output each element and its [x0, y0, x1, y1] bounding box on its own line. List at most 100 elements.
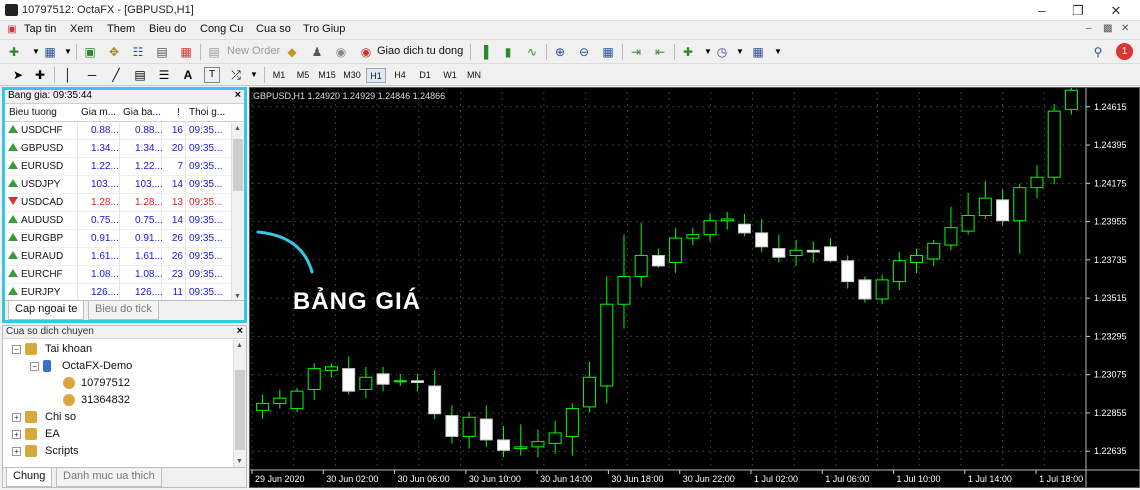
timeframe-h1[interactable]: H1 [366, 68, 386, 83]
templates-icon[interactable]: ▦ [750, 44, 766, 60]
new-chart-icon[interactable]: ✚ [6, 44, 22, 60]
terminal-icon[interactable]: ▤ [154, 44, 170, 60]
trade-icon[interactable]: ◆ [284, 44, 300, 60]
globe-icon[interactable]: ◉ [333, 44, 349, 60]
tree-scripts[interactable]: Scripts [45, 445, 79, 457]
arrows-icon[interactable]: ⤮ [228, 67, 244, 83]
vertical-line-icon[interactable]: │ [60, 67, 76, 83]
table-row[interactable]: EURCHF 1.08... 1.08... 23 09:35... [5, 266, 232, 284]
column-time[interactable]: Thoi g... [189, 107, 225, 118]
scrollbar[interactable]: ▲ ▼ [233, 340, 246, 467]
new-order-button[interactable]: New Order [227, 45, 280, 57]
timeframe-d1[interactable]: D1 [415, 68, 435, 83]
menu-charts[interactable]: Bieu do [149, 23, 186, 35]
scrollbar[interactable]: ▲ ▼ [231, 123, 244, 302]
strategy-tester-icon[interactable]: ▦ [178, 44, 194, 60]
tree-server[interactable]: OctaFX-Demo [62, 360, 132, 372]
tree-experts[interactable]: EA [45, 428, 60, 440]
tree-account-1[interactable]: 10797512 [81, 377, 130, 389]
restore-icon[interactable]: ❐ [1060, 0, 1096, 21]
scroll-down-icon[interactable]: ▼ [236, 458, 243, 465]
autoscroll-icon[interactable]: ⇥ [628, 44, 644, 60]
timeframe-mn[interactable]: MN [463, 68, 485, 83]
scroll-up-icon[interactable]: ▲ [234, 125, 241, 132]
notifications-badge[interactable]: 1 [1116, 43, 1133, 60]
scrollbar-thumb[interactable] [235, 370, 245, 450]
table-row[interactable]: USDCHF 0.88... 0.88... 16 09:35... [5, 122, 232, 140]
menu-insert[interactable]: Them [107, 23, 135, 35]
dropdown-icon[interactable]: ▼ [732, 44, 748, 60]
table-row[interactable]: EURUSD 1.22... 1.22... 7 09:35... [5, 158, 232, 176]
expand-icon[interactable]: + [12, 413, 21, 422]
text-icon[interactable]: A [180, 67, 196, 83]
expand-icon[interactable]: + [12, 447, 21, 456]
scrollbar-thumb[interactable] [233, 139, 243, 191]
new-order-icon[interactable]: ▤ [206, 44, 222, 60]
candlestick-icon[interactable]: ▮ [500, 44, 516, 60]
minimize-icon[interactable]: – [1024, 0, 1060, 21]
tree-account-2[interactable]: 31364832 [81, 394, 130, 406]
table-row[interactable]: EURGBP 0.91... 0.91... 26 09:35... [5, 230, 232, 248]
tree-indicators[interactable]: Chi so [45, 411, 76, 423]
zoom-out-icon[interactable]: ⊖ [576, 44, 592, 60]
timeframe-w1[interactable]: W1 [440, 68, 460, 83]
auto-trading-button[interactable]: Giao dich tu dong [377, 45, 463, 57]
table-row[interactable]: USDCAD 1.28... 1.28... 13 09:35... [5, 194, 232, 212]
collapse-icon[interactable]: − [30, 362, 39, 371]
timeframe-m15[interactable]: M15 [316, 68, 338, 83]
cursor-icon[interactable]: ➤ [10, 67, 26, 83]
periods-icon[interactable]: ◷ [714, 44, 730, 60]
dropdown-icon[interactable]: ▼ [246, 67, 262, 83]
column-ask[interactable]: Gia ba... [123, 107, 161, 118]
dropdown-icon[interactable]: ▼ [770, 44, 786, 60]
scroll-up-icon[interactable]: ▲ [236, 342, 243, 349]
menu-window[interactable]: Cua so [256, 23, 291, 35]
bar-chart-icon[interactable]: ▐ [476, 44, 492, 60]
horizontal-line-icon[interactable]: ─ [84, 67, 100, 83]
mdi-close-icon[interactable]: ✕ [1121, 23, 1129, 34]
indicators-icon[interactable]: ✚ [680, 44, 696, 60]
mdi-restore-icon[interactable]: ▩ [1103, 23, 1112, 34]
search-icon[interactable]: ⚲ [1090, 44, 1106, 60]
tab-tick-chart[interactable]: Bieu do tick [88, 301, 159, 320]
market-watch-icon[interactable]: ▣ [82, 44, 98, 60]
menu-tools[interactable]: Cong Cu [200, 23, 243, 35]
column-bid[interactable]: Gia m... [81, 107, 116, 118]
scroll-down-icon[interactable]: ▼ [234, 293, 241, 300]
dropdown-icon[interactable]: ▼ [60, 44, 76, 60]
trendline-icon[interactable]: ╱ [108, 67, 124, 83]
crosshair-icon[interactable]: ✚ [32, 67, 48, 83]
timeframe-m1[interactable]: M1 [269, 68, 289, 83]
menu-help[interactable]: Tro Giup [303, 23, 345, 35]
column-symbol[interactable]: Bieu tuong [9, 107, 57, 118]
close-icon[interactable]: × [237, 325, 243, 337]
timeframe-m30[interactable]: M30 [341, 68, 363, 83]
close-icon[interactable]: ✕ [1098, 0, 1134, 21]
mdi-minimize-icon[interactable]: – [1086, 23, 1092, 34]
tree-accounts[interactable]: Tai khoan [45, 343, 92, 355]
chart-shift-icon[interactable]: ⇤ [652, 44, 668, 60]
table-row[interactable]: EURAUD 1.61... 1.61... 26 09:35... [5, 248, 232, 266]
tab-common[interactable]: Chung [6, 468, 53, 487]
table-row[interactable]: AUDUSD 0.75... 0.75... 14 09:35... [5, 212, 232, 230]
navigator-icon[interactable]: ✥ [106, 44, 122, 60]
tab-symbols[interactable]: Cap ngoai te [8, 301, 85, 320]
data-window-icon[interactable]: ☷ [130, 44, 146, 60]
tile-windows-icon[interactable]: ▦ [600, 44, 616, 60]
menu-view[interactable]: Xem [70, 23, 93, 35]
table-row[interactable]: USDJPY 103.... 103.... 14 09:35... [5, 176, 232, 194]
expand-icon[interactable]: + [12, 430, 21, 439]
zoom-in-icon[interactable]: ⊕ [552, 44, 568, 60]
menu-file[interactable]: Tap tin [24, 23, 56, 35]
auto-trading-icon[interactable]: ◉ [358, 44, 374, 60]
tab-favorites[interactable]: Danh muc ua thich [56, 468, 162, 487]
profiles-icon[interactable]: ▦ [42, 44, 58, 60]
collapse-icon[interactable]: − [12, 345, 21, 354]
timeframe-m5[interactable]: M5 [293, 68, 313, 83]
fibonacci-icon[interactable]: ☰ [156, 67, 172, 83]
equidistant-channel-icon[interactable]: ▤ [132, 67, 148, 83]
timeframe-h4[interactable]: H4 [390, 68, 410, 83]
table-row[interactable]: GBPUSD 1.34... 1.34... 20 09:35... [5, 140, 232, 158]
signals-icon[interactable]: ♟ [309, 44, 325, 60]
column-spread[interactable]: ! [177, 107, 180, 118]
